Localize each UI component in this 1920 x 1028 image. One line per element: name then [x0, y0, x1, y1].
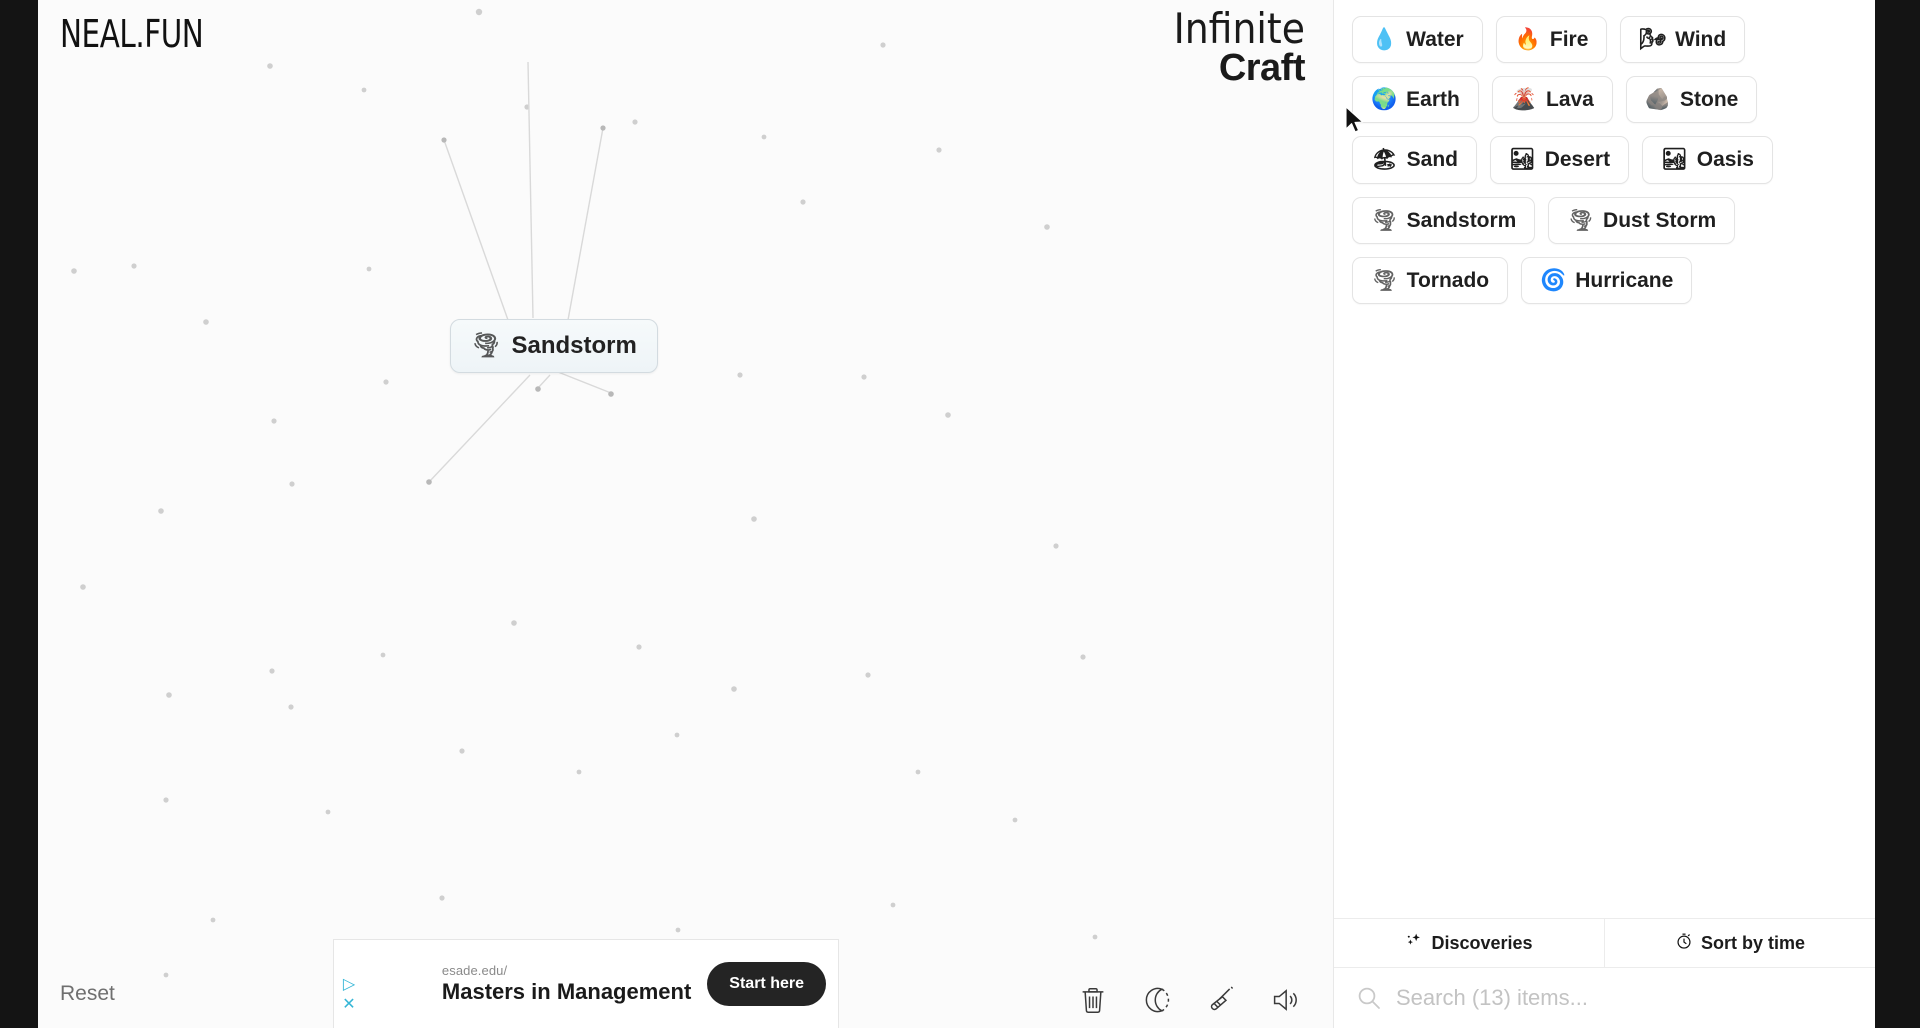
element-chip-label: Desert [1544, 148, 1611, 172]
element-chip-label: Fire [1549, 28, 1589, 51]
element-chip-wind[interactable]: 🌬 Wind [1620, 16, 1746, 64]
ad-body: esade.edu/ Masters in Management Start h… [364, 962, 838, 1006]
element-chip-tornado[interactable]: 🌪 Tornado [1352, 256, 1509, 304]
panel-tabs: Discoveries Sort by time [1334, 918, 1875, 968]
element-chip-label: Dust Storm [1603, 208, 1717, 232]
element-chip-dust-storm[interactable]: 🌪 Dust Storm [1548, 196, 1736, 244]
ad-cta-button[interactable]: Start here [707, 962, 826, 1006]
element-chip-label: Oasis [1696, 148, 1754, 172]
element-emoji-icon: 🪨 [1644, 88, 1672, 112]
element-emoji-icon: 🏜 [1509, 148, 1536, 172]
element-emoji-icon: 🌪 [1371, 208, 1398, 232]
game-title-line2: Craft [1218, 47, 1306, 90]
canvas-toolbar [1075, 982, 1303, 1018]
element-chip-label: Earth [1406, 88, 1460, 112]
element-emoji-icon: 🌋 [1510, 88, 1537, 112]
adchoices-icon[interactable]: ▷ [343, 977, 355, 993]
element-chip-earth[interactable]: 🌍 Earth [1352, 76, 1479, 124]
element-chip-label: Tornado [1406, 268, 1490, 292]
element-chip-hurricane[interactable]: 🌀 Hurricane [1521, 256, 1693, 304]
element-chip-sand[interactable]: 🏖 Sand [1352, 136, 1478, 184]
neal-fun-logo[interactable]: NEAL.FUN [60, 12, 204, 56]
crafting-connection-lines [426, 61, 614, 485]
element-chip-label: Wind [1675, 28, 1727, 51]
element-chip-label: Sandstorm [1406, 208, 1517, 232]
element-emoji-icon: 🌍 [1371, 88, 1398, 112]
game-title: Infinite Craft [1173, 4, 1306, 90]
tab-sort-by-time[interactable]: Sort by time [1604, 919, 1875, 967]
stopwatch-icon [1675, 932, 1693, 955]
element-emoji-icon: 💧 [1371, 28, 1398, 52]
sound-icon[interactable] [1267, 982, 1303, 1018]
element-chip-water[interactable]: 💧 Water [1352, 16, 1483, 64]
search-input[interactable] [1396, 985, 1853, 1011]
element-chip-stone[interactable]: 🪨 Stone [1625, 76, 1758, 124]
element-chip-label: Water [1406, 28, 1464, 51]
sidebar-panel: 💧 Water 🔥 Fire 🌬 Wind 🌍 Earth 🌋 Lava 🪨 Stone 🏖 Sand 🏜 D… [1333, 0, 1875, 1028]
element-emoji-icon: 🌪 [1371, 268, 1398, 292]
screen: NEAL.FUN Infinite Craft 🌪 Sandstorm Rese… [0, 0, 1920, 1028]
game-title-line1: Infinite [1173, 4, 1305, 53]
board-item-label: Sandstorm [511, 332, 637, 359]
element-list: 💧 Water 🔥 Fire 🌬 Wind 🌍 Earth 🌋 Lava 🪨 Stone 🏖 Sand 🏜 D… [1334, 0, 1875, 918]
search-row [1334, 968, 1875, 1028]
ad-banner[interactable]: ▷ ✕ esade.edu/ Masters in Management Sta… [333, 939, 839, 1028]
element-emoji-icon: 🌪 [1567, 208, 1595, 232]
board-item-sandstorm[interactable]: 🌪 Sandstorm [450, 319, 658, 373]
search-icon [1356, 985, 1382, 1011]
element-emoji-icon: 🌬 [1639, 28, 1667, 52]
tab-discoveries[interactable]: Discoveries [1334, 919, 1604, 967]
ad-text: esade.edu/ Masters in Management [442, 963, 691, 1005]
close-icon[interactable]: ✕ [342, 997, 355, 1013]
game-canvas[interactable]: NEAL.FUN Infinite Craft 🌪 Sandstorm Rese… [38, 0, 1333, 1028]
element-emoji-icon: 🏜 [1661, 148, 1688, 172]
element-emoji-icon: 🔥 [1514, 28, 1541, 52]
infinite-craft-app: NEAL.FUN Infinite Craft 🌪 Sandstorm Rese… [38, 0, 1875, 1028]
element-chip-label: Lava [1546, 88, 1594, 112]
ad-url: esade.edu/ [441, 963, 508, 978]
element-chip-oasis[interactable]: 🏜 Oasis [1642, 136, 1773, 184]
element-chip-label: Hurricane [1575, 268, 1674, 292]
element-emoji-icon: 🌀 [1540, 268, 1567, 292]
broom-icon[interactable] [1203, 982, 1239, 1018]
tornado-icon: 🌪 [471, 332, 502, 359]
tab-sort-by-time-label: Sort by time [1700, 932, 1806, 953]
element-chip-label: Stone [1680, 88, 1739, 112]
trash-icon[interactable] [1075, 982, 1111, 1018]
element-chip-desert[interactable]: 🏜 Desert [1490, 136, 1630, 184]
element-chip-fire[interactable]: 🔥 Fire [1495, 16, 1608, 64]
ad-controls: ▷ ✕ [334, 940, 364, 1028]
element-chip-label: Sand [1406, 148, 1459, 172]
ad-title: Masters in Management [441, 979, 692, 1004]
reset-button[interactable]: Reset [60, 982, 115, 1006]
moon-icon[interactable] [1139, 982, 1175, 1018]
tab-discoveries-label: Discoveries [1431, 932, 1533, 953]
element-chip-sandstorm[interactable]: 🌪 Sandstorm [1352, 196, 1536, 244]
sparkles-icon [1405, 932, 1423, 955]
element-chip-lava[interactable]: 🌋 Lava [1491, 76, 1613, 124]
element-emoji-icon: 🏖 [1371, 148, 1398, 172]
canvas-dot-pattern [71, 8, 1098, 978]
